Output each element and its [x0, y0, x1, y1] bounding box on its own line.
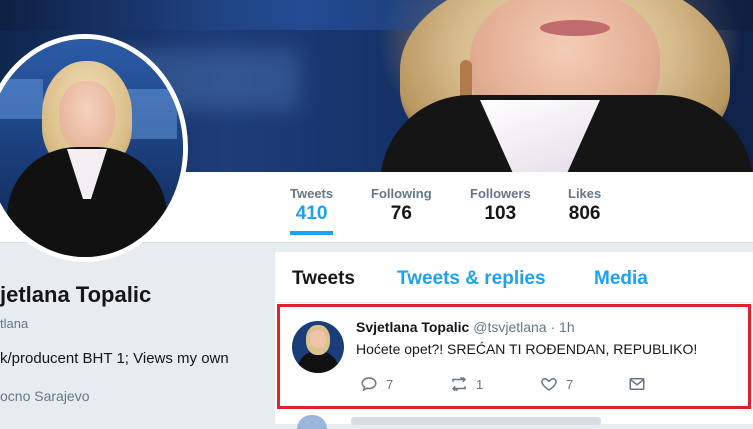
stat-followers-value: 103 [484, 203, 517, 224]
timeline-tabs: Tweets Tweets & replies Media [275, 252, 753, 303]
tab-tweets-and-replies[interactable]: Tweets & replies [397, 268, 546, 290]
stat-following[interactable]: Following 76 [371, 186, 432, 225]
tab-media[interactable]: Media [594, 268, 648, 290]
stat-likes-value: 806 [568, 203, 601, 224]
like-button[interactable]: 7 [540, 375, 573, 393]
like-count: 7 [566, 376, 574, 392]
stat-tweets-value: 410 [295, 203, 328, 224]
envelope-icon [629, 378, 645, 390]
retweet-count: 1 [476, 376, 484, 392]
tweet-actions: 7 1 7 [356, 375, 656, 395]
retweet-button[interactable]: 1 [450, 375, 483, 393]
tweet-text: Hoćete opet?! SREĆAN TI ROĐENDAN, REPUBL… [356, 341, 698, 357]
profile-bio: k/producent BHT 1; Views my own [0, 350, 229, 367]
tweet-header: Svjetlana Topalic @tsvjetlana · 1h [356, 319, 575, 335]
stat-followers-label: Followers [470, 186, 531, 201]
profile-location: ocno Sarajevo [0, 388, 90, 404]
reply-count: 7 [386, 376, 394, 392]
direct-message-button[interactable] [628, 375, 646, 393]
heart-icon [541, 377, 557, 391]
profile-handle: tlana [0, 316, 29, 331]
tweet-avatar[interactable] [292, 321, 344, 373]
stat-following-label: Following [371, 186, 432, 201]
reply-button[interactable]: 7 [360, 375, 393, 393]
tweet-author-name[interactable]: Svjetlana Topalic [356, 319, 469, 335]
profile-avatar[interactable] [0, 34, 188, 262]
stat-tweets-label: Tweets [290, 186, 334, 201]
tab-tweets[interactable]: Tweets [292, 268, 355, 290]
profile-name: jetlana Topalic [0, 282, 152, 307]
reply-icon [361, 377, 377, 392]
highlighted-tweet[interactable]: Svjetlana Topalic @tsvjetlana · 1h Hoćet… [277, 304, 751, 409]
stat-followers[interactable]: Followers 103 [470, 186, 531, 225]
stat-likes[interactable]: Likes 806 [568, 186, 601, 225]
retweet-icon [451, 376, 467, 392]
stat-tweets[interactable]: Tweets 410 [290, 186, 334, 235]
timeline: Tweets Tweets & replies Media Svjetlana … [275, 252, 753, 429]
tweet-meta: @tsvjetlana · 1h [473, 319, 575, 335]
stat-likes-label: Likes [568, 186, 602, 201]
stat-following-value: 76 [390, 203, 412, 224]
